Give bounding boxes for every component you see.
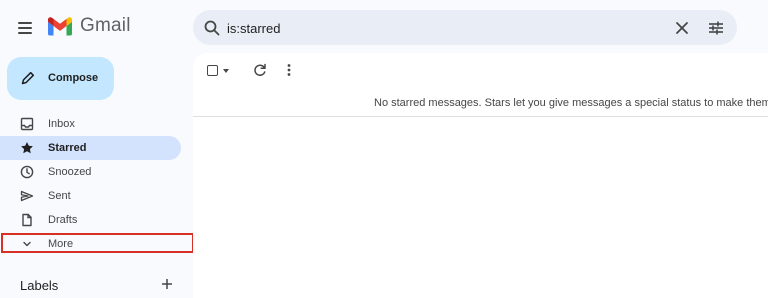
search-options-icon[interactable] [705,17,727,39]
empty-state-message: No starred messages. Stars let you give … [374,97,768,109]
inbox-icon [20,117,34,131]
divider [193,116,768,117]
sidebar-item-label: More [48,238,74,250]
app-name: Gmail [80,15,131,36]
sidebar-item-label: Snoozed [48,166,92,178]
labels-heading: Labels [20,278,59,293]
gmail-logo[interactable]: Gmail [48,15,131,37]
main-menu-button[interactable] [15,17,39,39]
sidebar-item-snoozed[interactable]: Snoozed [0,160,181,184]
search-input[interactable] [227,17,647,39]
sidebar-item-label: Starred [48,142,87,154]
sidebar-item-sent[interactable]: Sent [0,184,181,208]
compose-button[interactable]: Compose [7,57,114,100]
sidebar-item-more[interactable]: More [0,232,181,256]
star-icon [21,142,33,154]
search-bar [193,10,737,45]
select-all-checkbox[interactable] [207,65,218,76]
clock-icon [20,165,34,179]
select-dropdown-icon[interactable] [223,69,229,73]
sidebar-item-inbox[interactable]: Inbox [0,112,181,136]
sidebar-item-drafts[interactable]: Drafts [0,208,181,232]
sidebar-item-label: Inbox [48,118,75,130]
send-icon [20,190,34,202]
draft-icon [22,213,32,227]
sidebar-item-label: Sent [48,190,71,202]
clear-search-icon[interactable] [671,17,693,39]
add-label-icon[interactable] [158,275,176,293]
refresh-icon[interactable] [252,62,268,78]
pencil-icon [21,71,35,85]
sidebar-item-label: Drafts [48,214,78,226]
compose-label: Compose [48,72,99,84]
sidebar-item-starred[interactable]: Starred [0,136,181,160]
chevron-down-icon [23,241,31,247]
message-list-panel: No starred messages. Stars let you give … [193,53,768,298]
search-icon[interactable] [203,19,221,37]
gmail-m-icon [48,16,72,35]
more-vert-icon[interactable] [282,62,296,78]
